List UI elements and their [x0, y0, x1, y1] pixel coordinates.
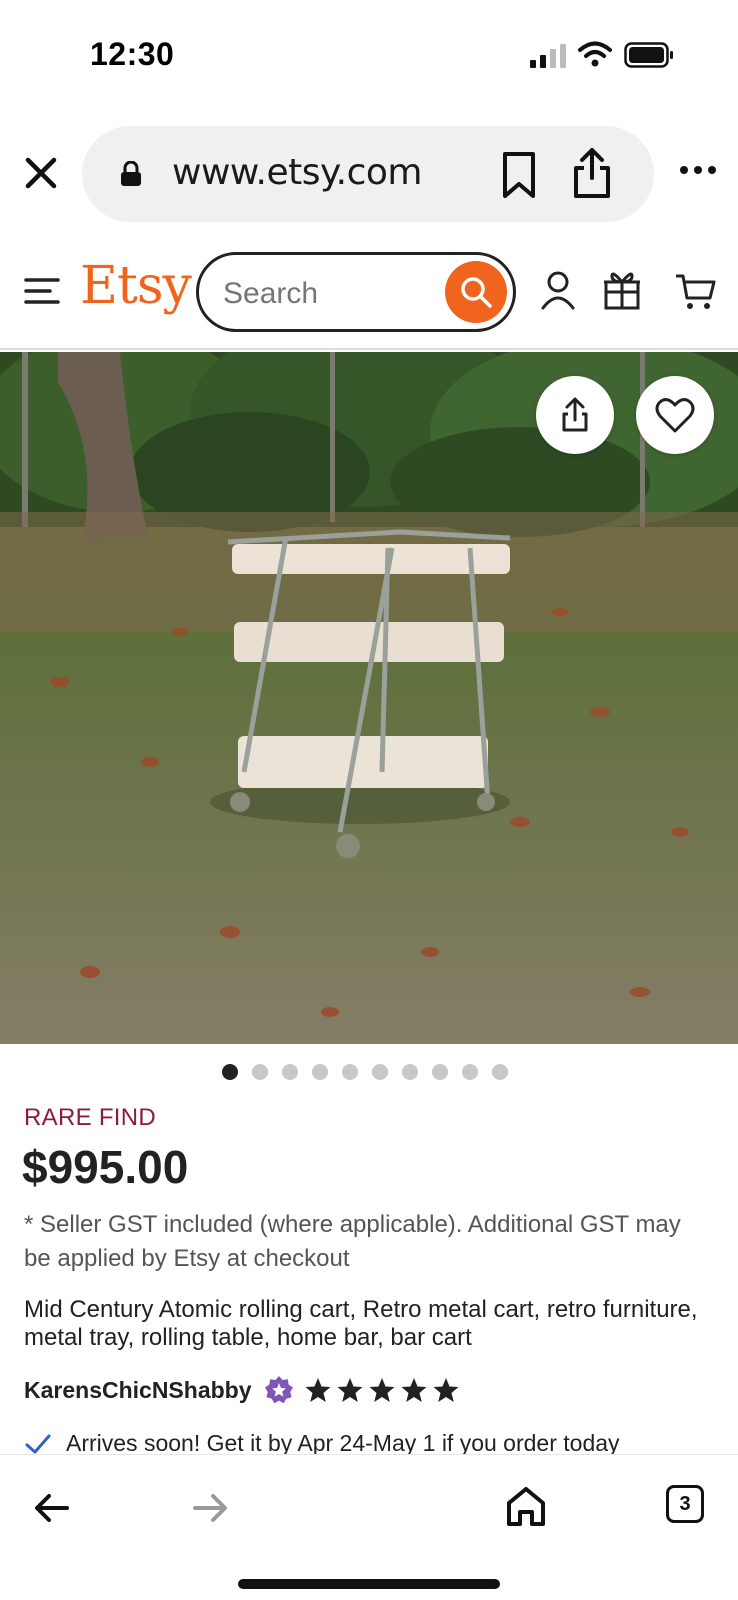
browser-bottom-bar: 3: [0, 1454, 738, 1600]
star-seller-icon: [264, 1376, 293, 1404]
cart-icon[interactable]: [674, 270, 716, 312]
back-icon[interactable]: [34, 1493, 70, 1523]
more-icon[interactable]: [678, 160, 718, 180]
share-icon[interactable]: [572, 146, 612, 200]
product-image[interactable]: [0, 352, 738, 1044]
check-icon: [25, 1434, 51, 1454]
search-icon: [461, 277, 492, 308]
browser-toolbar: www.etsy.com: [0, 118, 738, 230]
status-bar: 12:30: [0, 0, 738, 110]
pagination-dot[interactable]: [372, 1064, 388, 1080]
address-bar[interactable]: www.etsy.com: [82, 126, 654, 222]
etsy-header: Etsy Search: [0, 240, 738, 350]
pagination-dot[interactable]: [462, 1064, 478, 1080]
home-icon[interactable]: [506, 1485, 546, 1527]
image-pagination[interactable]: [222, 1064, 508, 1080]
rating-stars[interactable]: [304, 1376, 460, 1404]
pagination-dot[interactable]: [222, 1064, 238, 1080]
product-price: $995.00: [22, 1141, 189, 1193]
pagination-dot[interactable]: [432, 1064, 448, 1080]
pagination-dot[interactable]: [312, 1064, 328, 1080]
search-input[interactable]: Search: [196, 252, 516, 332]
gst-note: * Seller GST included (where applicable)…: [24, 1211, 681, 1272]
gift-icon[interactable]: [602, 268, 642, 310]
pagination-dot[interactable]: [282, 1064, 298, 1080]
lock-icon: [121, 161, 141, 186]
search-placeholder: Search: [223, 277, 319, 310]
pagination-dot[interactable]: [252, 1064, 268, 1080]
product-title: Mid Century Atomic rolling cart, Retro m…: [24, 1296, 698, 1351]
delivery-text: Arrives soon! Get it by Apr 24-May 1 if …: [66, 1430, 620, 1454]
pagination-dot[interactable]: [402, 1064, 418, 1080]
pagination-dot[interactable]: [342, 1064, 358, 1080]
star-icon: [433, 1378, 459, 1402]
url-text: www.etsy.com: [172, 152, 423, 193]
seller-row: KarensChicNShabby: [24, 1372, 460, 1408]
search-button[interactable]: [445, 261, 507, 323]
heart-icon: [655, 398, 695, 433]
star-icon: [305, 1378, 331, 1402]
forward-icon[interactable]: [192, 1493, 228, 1523]
user-icon[interactable]: [540, 270, 576, 310]
cellular-signal-icon: [530, 44, 566, 68]
bookmark-icon[interactable]: [500, 150, 538, 200]
star-icon: [401, 1378, 427, 1402]
rare-find-badge: RARE FIND: [24, 1104, 157, 1131]
etsy-logo[interactable]: Etsy: [80, 256, 192, 316]
star-icon: [369, 1378, 395, 1402]
status-time: 12:30: [90, 36, 175, 72]
wifi-icon: [578, 41, 612, 67]
tabs-button[interactable]: 3: [666, 1485, 704, 1523]
share-icon: [562, 397, 588, 432]
favorite-button[interactable]: [636, 376, 714, 454]
menu-icon[interactable]: [24, 276, 60, 306]
share-image-button[interactable]: [536, 376, 614, 454]
star-icon: [337, 1378, 363, 1402]
battery-icon: [624, 42, 673, 68]
product-photo-illustration: [0, 352, 738, 1044]
delivery-estimate: Arrives soon! Get it by Apr 24-May 1 if …: [24, 1430, 738, 1454]
home-indicator: [238, 1579, 500, 1589]
pagination-dot[interactable]: [492, 1064, 508, 1080]
seller-name[interactable]: KarensChicNShabby: [24, 1377, 252, 1404]
close-icon[interactable]: [24, 156, 58, 190]
